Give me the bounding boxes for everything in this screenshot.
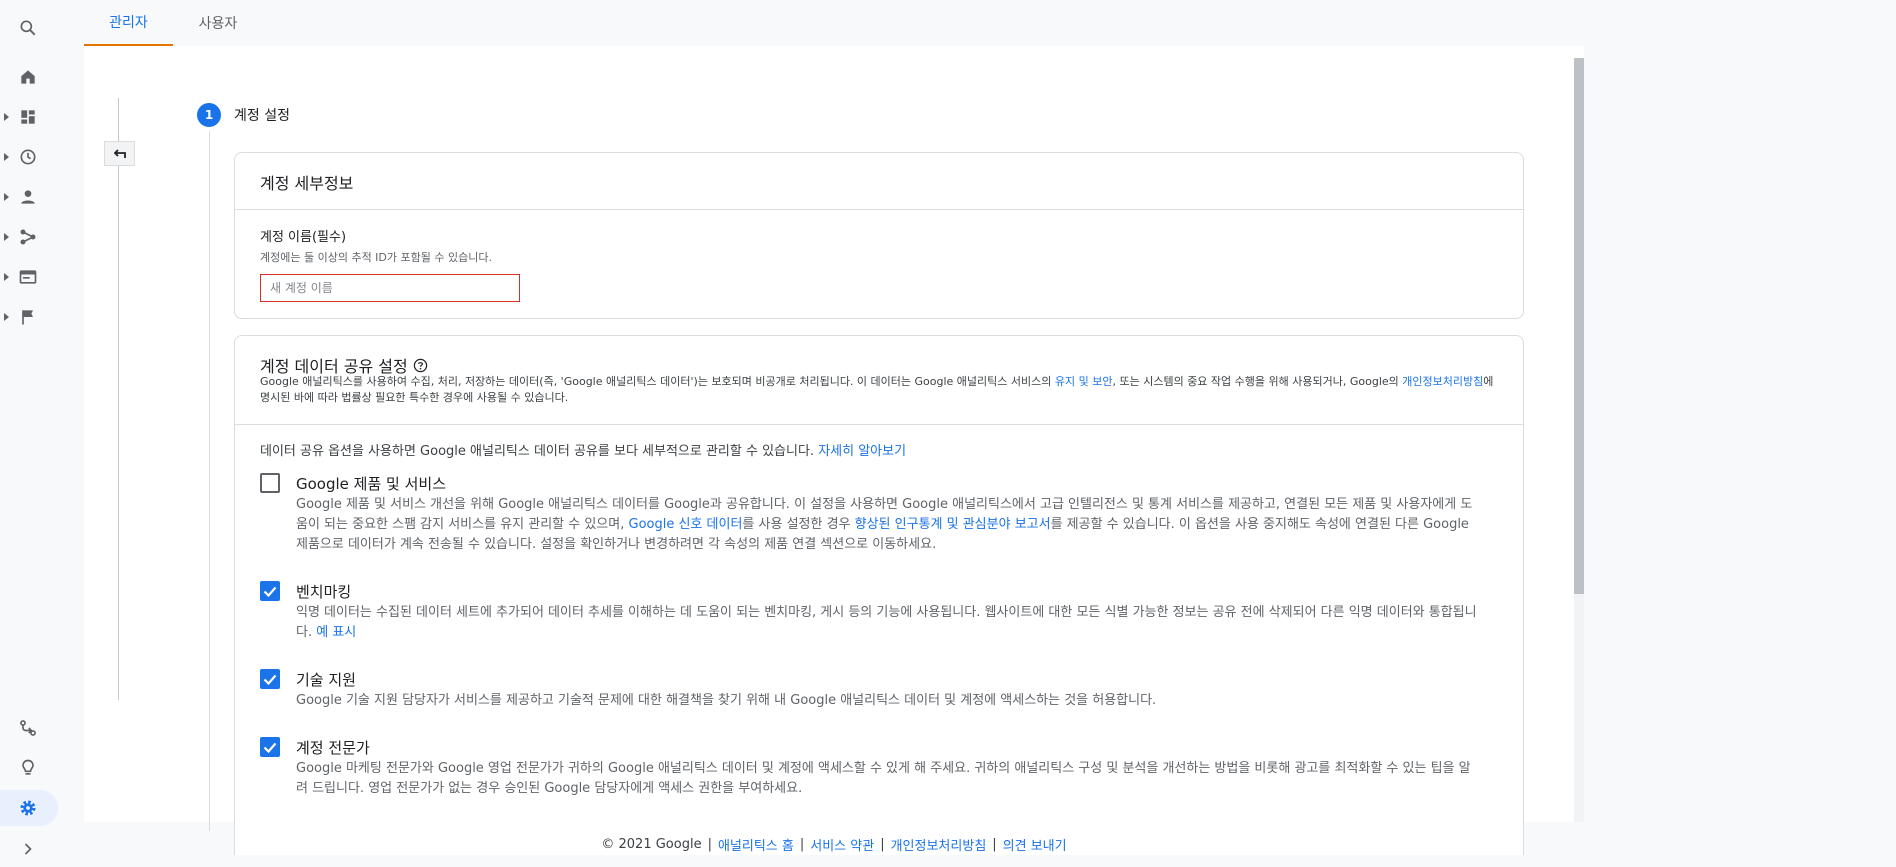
admin-tab-bar: 관리자 사용자: [84, 0, 1584, 46]
option-description-text: 익명 데이터는 수집된 데이터 세트에 추가되어 데이터 추세를 이해하는 데 …: [296, 605, 1477, 640]
option-title: Google 제품 및 서비스: [296, 475, 447, 493]
home-icon[interactable]: [10, 59, 46, 95]
help-icon[interactable]: [413, 358, 428, 373]
link-demographics-reports[interactable]: 향상된 인구통계 및 관심분야 보고서: [855, 517, 1051, 532]
link-show-example[interactable]: 예 표시: [316, 625, 356, 640]
account-name-help: 계정에는 둘 이상의 추적 ID가 포함될 수 있습니다.: [260, 251, 492, 264]
conversions-flag-icon[interactable]: [10, 299, 46, 335]
left-navigation: [0, 0, 58, 867]
checkmark-icon: [263, 674, 277, 686]
link-google-signals[interactable]: Google 신호 데이터: [629, 517, 743, 532]
card-divider: [235, 424, 1523, 425]
scrollbar-thumb[interactable]: [1574, 58, 1584, 594]
checkmark-icon: [263, 586, 277, 598]
description-text: Google 애널리틱스를 사용하여 수집, 처리, 저장하는 데이터(즉, '…: [260, 375, 1055, 388]
footer-link-analytics-home[interactable]: 애널리틱스 홈: [718, 835, 794, 854]
link-maintenance-security[interactable]: 유지 및 보안: [1055, 375, 1113, 388]
option-description: Google 제품 및 서비스 개선을 위해 Google 애널리틱스 데이터를…: [296, 495, 1481, 555]
admin-gear-icon[interactable]: [0, 790, 58, 826]
checkbox-technical-support[interactable]: [260, 669, 280, 689]
attribution-icon[interactable]: [10, 710, 46, 746]
checkbox-google-products[interactable]: [260, 473, 280, 493]
link-learn-more[interactable]: 자세히 알아보기: [818, 444, 906, 459]
discover-lightbulb-icon[interactable]: [10, 750, 46, 786]
footer-separator: |: [707, 836, 712, 852]
description-text: , 또는 시스템의 중요 작업 수행을 위해 사용되거나, Google의: [1112, 375, 1403, 388]
footer-separator: |: [880, 836, 885, 852]
back-arrow-icon: [113, 148, 126, 158]
account-details-title: 계정 세부정보: [260, 174, 354, 193]
option-title: 계정 전문가: [296, 739, 370, 757]
checkbox-account-specialists[interactable]: [260, 737, 280, 757]
footer-link-feedback[interactable]: 의견 보내기: [1003, 835, 1067, 854]
intro-text: 데이터 공유 옵션을 사용하면 Google 애널리틱스 데이터 공유를 보다 …: [260, 444, 819, 459]
realtime-clock-icon[interactable]: [10, 139, 46, 175]
data-sharing-card: 계정 데이터 공유 설정 Google 애널리틱스를 사용하여 수집, 처리, …: [234, 335, 1524, 855]
option-description-text: 를 사용 설정한 경우: [742, 517, 855, 532]
footer-separator: |: [992, 836, 997, 852]
footer-copyright: © 2021 Google: [601, 836, 702, 852]
search-icon[interactable]: [10, 10, 46, 46]
account-name-label: 계정 이름(필수): [260, 230, 347, 245]
tab-user[interactable]: 사용자: [173, 0, 263, 46]
footer-link-terms[interactable]: 서비스 약관: [810, 835, 874, 854]
acquisition-icon[interactable]: [10, 219, 46, 255]
checkmark-icon: [263, 742, 277, 754]
stepper-rail: [118, 98, 119, 700]
audience-person-icon[interactable]: [10, 179, 46, 215]
data-sharing-intro: 데이터 공유 옵션을 사용하면 Google 애널리틱스 데이터 공유를 보다 …: [260, 440, 906, 459]
option-title: 벤치마킹: [296, 583, 352, 601]
option-description: Google 기술 지원 담당자가 서비스를 제공하고 기술적 문제에 대한 해…: [296, 693, 1157, 708]
account-details-card: 계정 세부정보 계정 이름(필수) 계정에는 둘 이상의 추적 ID가 포함될 …: [234, 152, 1524, 319]
card-divider: [235, 209, 1523, 210]
link-privacy-policy[interactable]: 개인정보처리방침: [1402, 375, 1483, 388]
checkbox-benchmarking[interactable]: [260, 581, 280, 601]
account-name-input[interactable]: [260, 274, 520, 302]
tab-admin[interactable]: 관리자: [84, 0, 173, 46]
data-sharing-description: Google 애널리틱스를 사용하여 수집, 처리, 저장하는 데이터(즉, '…: [260, 374, 1495, 406]
footer-link-privacy[interactable]: 개인정보처리방침: [891, 835, 987, 854]
step-connector-line: [209, 131, 210, 831]
step-title: 계정 설정: [234, 108, 290, 124]
option-title: 기술 지원: [296, 671, 356, 689]
back-button[interactable]: [104, 141, 135, 166]
expand-chevron-icon[interactable]: [10, 831, 46, 867]
option-description: 익명 데이터는 수집된 데이터 세트에 추가되어 데이터 추세를 이해하는 데 …: [296, 603, 1481, 643]
behavior-icon[interactable]: [10, 259, 46, 295]
footer-separator: |: [799, 836, 805, 852]
page-footer: © 2021 Google | 애널리틱스 홈 | 서비스 약관 | 개인정보처…: [84, 822, 1584, 866]
option-description: Google 마케팅 전문가와 Google 영업 전문가가 귀하의 Googl…: [296, 761, 1471, 796]
step-number-badge: 1: [197, 103, 221, 127]
dashboard-icon[interactable]: [10, 99, 46, 135]
